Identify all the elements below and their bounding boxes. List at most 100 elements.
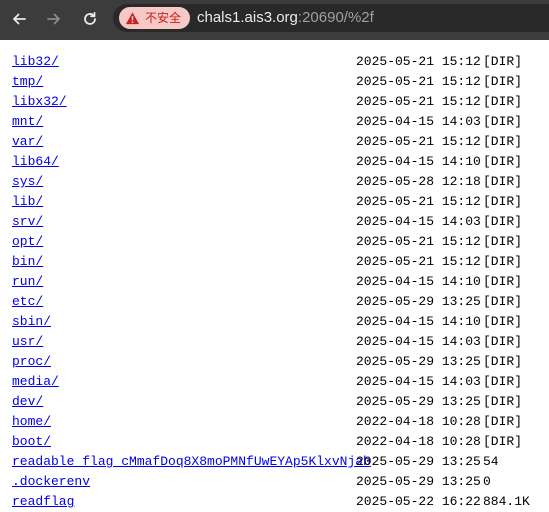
file-link[interactable]: run/ — [12, 272, 43, 292]
modified-date: 2025-04-15 14:10 — [356, 154, 481, 169]
file-size: [DIR] — [483, 434, 523, 449]
file-link[interactable]: tmp/ — [12, 72, 43, 92]
modified-date: 2022-04-18 10:28 — [356, 414, 481, 429]
modified-date: 2025-04-15 14:10 — [356, 314, 481, 329]
file-link[interactable]: libx32/ — [12, 92, 67, 112]
modified-date: 2025-04-15 14:03 — [356, 334, 481, 349]
file-link[interactable]: bin/ — [12, 252, 43, 272]
file-link[interactable]: lib64/ — [12, 152, 59, 172]
warning-icon — [125, 11, 140, 24]
modified-date: 2025-05-29 13:25 — [356, 454, 481, 469]
modified-date: 2025-05-21 15:12 — [356, 54, 481, 69]
file-link[interactable]: usr/ — [12, 332, 43, 352]
directory-listing: lib32/2025-05-21 15:12 [DIR] tmp/2025-05-2… — [0, 52, 549, 512]
file-size: [DIR] — [483, 94, 523, 109]
list-item: media/2025-04-15 14:03 [DIR] — [0, 372, 549, 392]
file-size: 884.1K — [483, 494, 530, 509]
list-item: boot/2022-04-18 10:28 [DIR] — [0, 432, 549, 452]
file-size: [DIR] — [483, 174, 523, 189]
modified-date: 2025-04-15 14:10 — [356, 274, 481, 289]
modified-date: 2025-04-15 14:03 — [356, 214, 481, 229]
browser-toolbar: 不安全 chals1.ais3.org:20690/%2f — [0, 0, 549, 40]
list-item: readable_flag_cMmafDoq8X8moPMNfUwEYAp5Kl… — [0, 452, 549, 472]
file-link[interactable]: var/ — [12, 132, 43, 152]
file-link[interactable]: boot/ — [12, 432, 51, 452]
modified-date: 2025-05-21 15:12 — [356, 74, 481, 89]
list-item: dev/2025-05-29 13:25 [DIR] — [0, 392, 549, 412]
modified-date: 2025-05-29 13:25 — [356, 474, 481, 489]
file-link[interactable]: media/ — [12, 372, 59, 392]
list-item: mnt/2025-04-15 14:03 [DIR] — [0, 112, 549, 132]
list-item: bin/2025-05-21 15:12 [DIR] — [0, 252, 549, 272]
file-size: 0 — [483, 474, 491, 489]
list-item: lib64/2025-04-15 14:10 [DIR] — [0, 152, 549, 172]
list-item: opt/2025-05-21 15:12 [DIR] — [0, 232, 549, 252]
security-indicator[interactable]: 不安全 — [119, 7, 191, 29]
file-link[interactable]: mnt/ — [12, 112, 43, 132]
list-item: var/2025-05-21 15:12 [DIR] — [0, 132, 549, 152]
reload-button[interactable] — [77, 6, 103, 32]
file-link[interactable]: readflag — [12, 492, 74, 512]
address-bar[interactable]: 不安全 chals1.ais3.org:20690/%2f — [113, 4, 549, 32]
file-link[interactable]: sbin/ — [12, 312, 51, 332]
file-size: [DIR] — [483, 194, 523, 209]
modified-date: 2025-05-21 15:12 — [356, 134, 481, 149]
list-item: run/2025-04-15 14:10 [DIR] — [0, 272, 549, 292]
file-size: [DIR] — [483, 234, 523, 249]
list-item: sbin/2025-04-15 14:10 [DIR] — [0, 312, 549, 332]
file-link[interactable]: etc/ — [12, 292, 43, 312]
file-size: [DIR] — [483, 274, 523, 289]
file-link[interactable]: sys/ — [12, 172, 43, 192]
list-item: lib/2025-05-21 15:12 [DIR] — [0, 192, 549, 212]
file-link[interactable]: lib/ — [12, 192, 43, 212]
list-item: sys/2025-05-28 12:18 [DIR] — [0, 172, 549, 192]
list-item: srv/2025-04-15 14:03 [DIR] — [0, 212, 549, 232]
file-link[interactable]: readable_flag_cMmafDoq8X8moPMNfUwEYAp5Kl… — [12, 452, 371, 472]
back-button[interactable] — [6, 6, 32, 32]
file-size: [DIR] — [483, 334, 523, 349]
file-link[interactable]: home/ — [12, 412, 51, 432]
modified-date: 2025-05-22 16:22 — [356, 494, 481, 509]
list-item: .dockerenv 2025-05-29 13:25 0 — [0, 472, 549, 492]
forward-button[interactable] — [41, 6, 67, 32]
list-item: libx32/2025-05-21 15:12 [DIR] — [0, 92, 549, 112]
file-size: 54 — [483, 454, 499, 469]
modified-date: 2025-04-15 14:03 — [356, 114, 481, 129]
list-item: usr/2025-04-15 14:03 [DIR] — [0, 332, 549, 352]
list-item: tmp/2025-05-21 15:12 [DIR] — [0, 72, 549, 92]
back-arrow-icon — [13, 13, 26, 25]
file-link[interactable]: srv/ — [12, 212, 43, 232]
file-size: [DIR] — [483, 134, 523, 149]
file-size: [DIR] — [483, 414, 523, 429]
file-link[interactable]: lib32/ — [12, 52, 59, 72]
file-size: [DIR] — [483, 154, 523, 169]
file-size: [DIR] — [483, 54, 523, 69]
file-size: [DIR] — [483, 254, 523, 269]
modified-date: 2022-04-18 10:28 — [356, 434, 481, 449]
file-size: [DIR] — [483, 314, 523, 329]
modified-date: 2025-05-29 13:25 — [356, 394, 481, 409]
file-size: [DIR] — [483, 114, 523, 129]
reload-icon — [84, 11, 96, 25]
forward-arrow-icon — [47, 13, 60, 25]
modified-date: 2025-05-21 15:12 — [356, 234, 481, 249]
list-item: proc/2025-05-29 13:25 [DIR] — [0, 352, 549, 372]
file-link[interactable]: proc/ — [12, 352, 51, 372]
modified-date: 2025-05-28 12:18 — [356, 174, 481, 189]
url-text[interactable]: chals1.ais3.org:20690/%2f — [197, 4, 374, 32]
file-link[interactable]: .dockerenv — [12, 472, 90, 492]
list-item: etc/2025-05-29 13:25 [DIR] — [0, 292, 549, 312]
modified-date: 2025-05-21 15:12 — [356, 254, 481, 269]
list-item: home/2022-04-18 10:28 [DIR] — [0, 412, 549, 432]
file-size: [DIR] — [483, 74, 523, 89]
list-item: lib32/2025-05-21 15:12 [DIR] — [0, 52, 549, 72]
file-size: [DIR] — [483, 394, 523, 409]
modified-date: 2025-05-29 13:25 — [356, 354, 481, 369]
modified-date: 2025-05-29 13:25 — [356, 294, 481, 309]
file-link[interactable]: dev/ — [12, 392, 43, 412]
modified-date: 2025-04-15 14:03 — [356, 374, 481, 389]
file-link[interactable]: opt/ — [12, 232, 43, 252]
file-size: [DIR] — [483, 354, 523, 369]
file-size: [DIR] — [483, 374, 523, 389]
url-path: :20690/%2f — [297, 9, 374, 26]
